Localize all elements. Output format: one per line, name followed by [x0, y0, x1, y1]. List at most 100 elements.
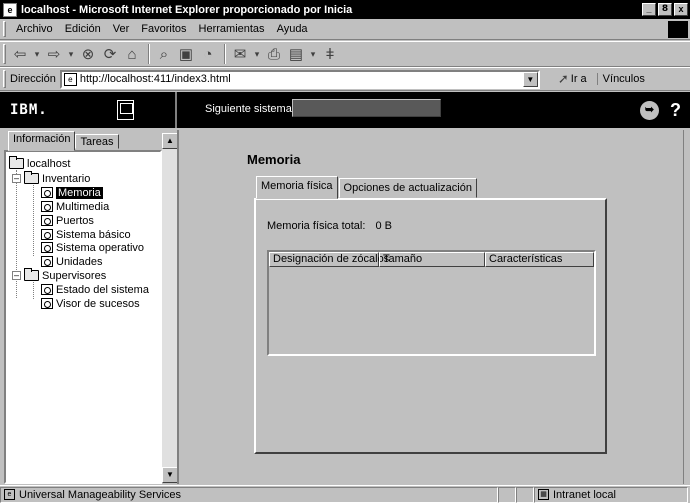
home-icon[interactable]: ⌂ [122, 44, 142, 64]
browser-window: e localhost - Microsoft Internet Explore… [0, 0, 690, 503]
column-tamano[interactable]: Tamaño [379, 252, 485, 267]
header-divider [175, 92, 177, 128]
next-system-label: Siguiente sistema [205, 103, 292, 115]
address-grip[interactable] [3, 70, 6, 88]
address-url[interactable]: http://localhost:411/index3.html [80, 73, 523, 85]
menu-favoritos[interactable]: Favoritos [135, 23, 192, 35]
menu-grip[interactable] [3, 21, 6, 37]
back-icon[interactable]: ⇦ [10, 44, 30, 64]
status-bar: e Universal Manageability Services ▦ Int… [0, 485, 690, 503]
history-icon[interactable]: ◔ [198, 44, 218, 64]
tree-node-unidades[interactable]: Unidades [41, 255, 102, 268]
tab-tareas[interactable]: Tareas [75, 134, 119, 149]
mail-dropdown-icon[interactable]: ▾ [252, 44, 262, 64]
address-label: Dirección [10, 73, 56, 85]
minimize-button[interactable]: _ [642, 3, 656, 16]
forward-icon[interactable]: ⇨ [44, 44, 64, 64]
toolbar-grip[interactable] [3, 44, 6, 64]
page-icon: e [4, 489, 15, 500]
edit-dropdown-icon[interactable]: ▾ [308, 44, 318, 64]
tree-node-supervisores[interactable]: Supervisores [24, 268, 107, 282]
main-content: Memoria Memoria física Opciones de actua… [177, 130, 690, 484]
scroll-down-icon[interactable]: ▼ [162, 467, 178, 483]
column-caracteristicas[interactable]: Características [485, 252, 594, 267]
status-text: Universal Manageability Services [19, 488, 182, 501]
close-button[interactable]: x [674, 3, 688, 16]
discuss-icon[interactable]: ǂ [320, 44, 340, 64]
menu-bar: Archivo Edición Ver Favoritos Herramient… [0, 19, 690, 40]
edit-icon[interactable]: ▤ [286, 44, 306, 64]
address-input[interactable]: e http://localhost:411/index3.html ▼ [59, 69, 540, 89]
go-button[interactable]: ➚ Ir a [558, 71, 587, 87]
tree-label: localhost [27, 157, 71, 170]
nav-tabs: Información Tareas [8, 131, 119, 151]
tree-node-inventario[interactable]: Inventario [24, 171, 90, 185]
refresh-icon[interactable]: ⟳ [100, 44, 120, 64]
menu-ayuda[interactable]: Ayuda [271, 23, 314, 35]
tab-memoria-fisica[interactable]: Memoria física [256, 176, 338, 199]
document-icon [41, 256, 53, 267]
zone-cell: ▦ Intranet local [534, 486, 688, 503]
address-bar: Dirección e http://localhost:411/index3.… [0, 67, 690, 91]
collapse-supervisores-icon[interactable]: – [12, 271, 21, 280]
tab-opciones-actualizacion[interactable]: Opciones de actualización [338, 178, 477, 198]
print-icon[interactable]: ⎙ [264, 44, 284, 64]
status-text-cell: e Universal Manageability Services [0, 486, 498, 503]
tree-node-localhost[interactable]: localhost [9, 156, 71, 170]
menu-edicion[interactable]: Edición [59, 23, 107, 35]
tree-node-puertos[interactable]: Puertos [41, 214, 94, 227]
stop-icon[interactable]: ⊗ [78, 44, 98, 64]
tree-line [33, 185, 34, 256]
document-icon [41, 242, 53, 253]
toolbar-separator [224, 44, 226, 64]
tree-node-sistema-basico[interactable]: Sistema básico [41, 228, 131, 241]
column-designacion[interactable]: Designación de zócalos [269, 252, 389, 267]
tree-label: Sistema básico [56, 228, 131, 241]
total-memory-label: Memoria física total: [267, 220, 366, 232]
links-button[interactable]: Vínculos [596, 73, 645, 85]
mail-icon[interactable]: ✉ [230, 44, 250, 64]
toolbar-separator [148, 44, 150, 64]
window-title: localhost - Microsoft Internet Explorer … [21, 3, 353, 16]
document-icon [41, 284, 53, 295]
table-header: Designación de zócalos Tamaño Caracterís… [269, 252, 594, 267]
tree-node-multimedia[interactable]: Multimedia [41, 200, 109, 213]
tree-label: Unidades [56, 255, 103, 268]
forward-dropdown-icon[interactable]: ▾ [66, 44, 76, 64]
panel-divider[interactable] [177, 130, 179, 484]
tree-label: Estado del sistema [56, 283, 149, 296]
system-monitor-icon[interactable] [117, 100, 134, 120]
tree-node-sistema-operativo[interactable]: Sistema operativo [41, 241, 144, 254]
go-arrow-icon: ➚ [557, 71, 569, 86]
logout-icon[interactable]: ➥ [640, 101, 659, 120]
right-scroll-edge [683, 130, 690, 484]
folder-icon [24, 268, 39, 281]
next-system-input[interactable] [292, 99, 441, 117]
memory-tabs: Memoria física Opciones de actualización [256, 176, 478, 199]
scroll-up-icon[interactable]: ▲ [162, 133, 178, 149]
total-memory-value: 0 B [375, 220, 392, 232]
nav-tree: localhost – Inventario Memoria Multimedi… [4, 150, 162, 484]
tree-label: Puertos [56, 214, 94, 227]
tree-node-estado-del-sistema[interactable]: Estado del sistema [41, 283, 149, 296]
favorites-icon[interactable]: ▣ [176, 44, 196, 64]
go-label: Ir a [570, 73, 587, 85]
nav-scrollbar[interactable]: ▲ ▼ [162, 133, 178, 483]
menu-archivo[interactable]: Archivo [10, 23, 59, 35]
tree-label: Memoria [56, 186, 103, 199]
tree-node-memoria[interactable]: Memoria [41, 186, 103, 199]
collapse-inventario-icon[interactable]: – [12, 174, 21, 183]
tree-node-visor-de-sucesos[interactable]: Visor de sucesos [41, 297, 140, 310]
tree-label: Multimedia [56, 200, 110, 213]
document-icon [41, 215, 53, 226]
menu-ver[interactable]: Ver [107, 23, 136, 35]
folder-icon [24, 171, 39, 184]
search-icon[interactable]: ⌕ [154, 44, 174, 64]
maximize-button[interactable]: 8 [658, 3, 672, 16]
tab-informacion[interactable]: Información [8, 131, 76, 151]
tree-label: Supervisores [42, 269, 107, 282]
address-dropdown-icon[interactable]: ▼ [522, 71, 538, 87]
help-icon[interactable]: ? [666, 101, 685, 120]
back-dropdown-icon[interactable]: ▾ [32, 44, 42, 64]
menu-herramientas[interactable]: Herramientas [193, 23, 271, 35]
